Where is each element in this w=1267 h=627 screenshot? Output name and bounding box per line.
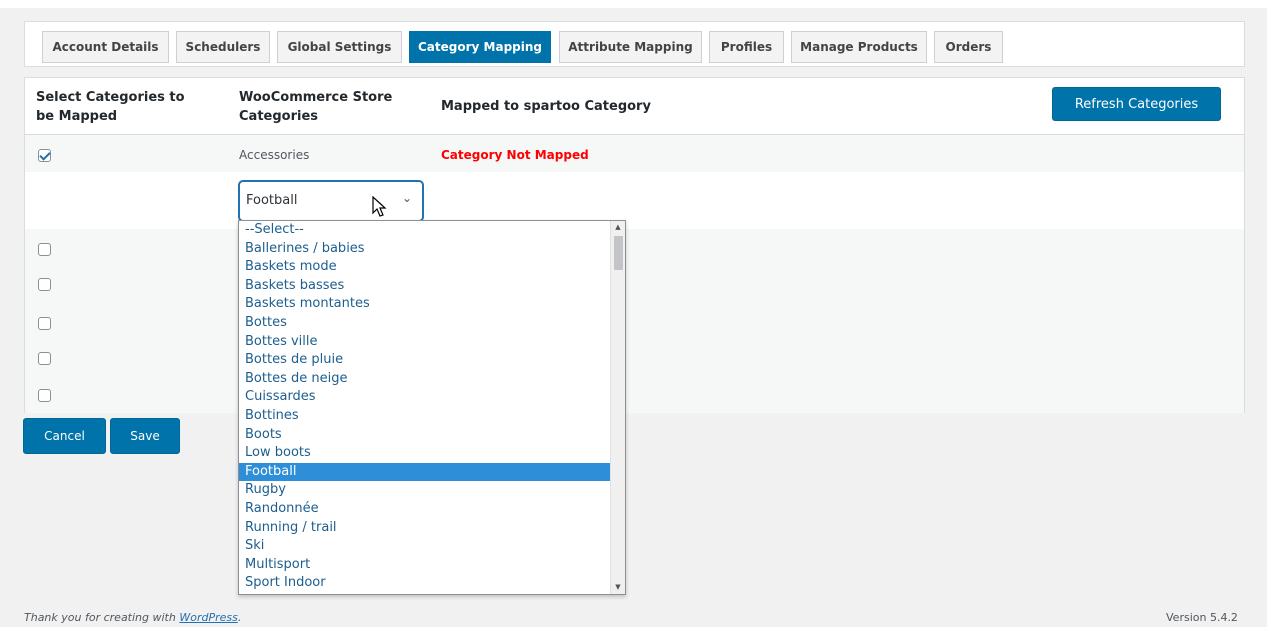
category-mapping-panel: Select Categories to be Mapped WooCommer… — [24, 77, 1245, 413]
header-select-categories: Select Categories to be Mapped — [36, 90, 185, 124]
dropdown-option[interactable]: Rugby — [239, 481, 610, 500]
dropdown-option[interactable]: Boots — [239, 426, 610, 445]
tab-manage-products[interactable]: Manage Products — [791, 31, 927, 63]
tab-bar: Account Details Schedulers Global Settin… — [24, 21, 1245, 67]
dropdown-scrollbar[interactable]: ▲ ▼ — [610, 221, 625, 594]
dropdown-option[interactable]: Ballerines / babies — [239, 240, 610, 259]
dropdown-option[interactable]: Ski — [239, 537, 610, 556]
chevron-down-icon: ⌄ — [402, 191, 413, 205]
mapping-status: Category Not Mapped — [441, 148, 589, 162]
checkbox-row[interactable] — [38, 243, 51, 256]
footer-version: Version 5.4.2 — [1166, 611, 1238, 624]
dropdown-option[interactable]: Running / trail — [239, 519, 610, 538]
scroll-up-icon[interactable]: ▲ — [611, 221, 625, 234]
checkbox-row[interactable] — [38, 352, 51, 365]
dropdown-option[interactable]: Randonnée — [239, 500, 610, 519]
footer-thanks-suffix: . — [237, 611, 242, 624]
dropdown-option[interactable]: Football — [239, 462, 610, 482]
select-value: Football — [246, 193, 298, 208]
dropdown-option[interactable]: Low boots — [239, 444, 610, 463]
header-mapped-category: Mapped to spartoo Category — [441, 99, 651, 114]
tab-global-settings[interactable]: Global Settings — [277, 31, 402, 63]
category-name: Accessories — [239, 148, 310, 162]
dropdown-option[interactable]: Baskets basses — [239, 277, 610, 296]
save-button[interactable]: Save — [110, 418, 180, 454]
category-dropdown-list[interactable]: --Select-- Ballerines / babies Baskets mod… — [238, 220, 626, 595]
checkbox-row[interactable] — [38, 278, 51, 291]
dropdown-option[interactable]: Bottes de pluie — [239, 351, 610, 370]
dropdown-option[interactable]: Sport Indoor — [239, 574, 610, 593]
scrollbar-thumb[interactable] — [614, 236, 623, 270]
wordpress-link[interactable]: WordPress — [179, 611, 238, 624]
tab-account-details[interactable]: Account Details — [42, 31, 169, 63]
dropdown-option[interactable]: Multisport — [239, 556, 610, 575]
dropdown-option[interactable]: Bottines — [239, 407, 610, 426]
dropdown-option[interactable]: Bottes — [239, 314, 610, 333]
tab-schedulers[interactable]: Schedulers — [176, 31, 270, 63]
footer-thanks: Thank you for creating with WordPress. — [24, 611, 241, 624]
cancel-button[interactable]: Cancel — [23, 418, 106, 454]
mouse-cursor-icon — [372, 196, 387, 217]
header-store-categories: WooCommerce Store Categories — [239, 90, 393, 124]
dropdown-option[interactable]: --Select-- — [239, 221, 610, 240]
footer-thanks-prefix: Thank you for creating with — [24, 611, 180, 624]
table-row — [25, 135, 1244, 172]
table-rows-remaining — [25, 229, 1244, 413]
checkbox-accessories[interactable] — [38, 149, 51, 162]
top-strip — [0, 0, 1267, 8]
tab-profiles[interactable]: Profiles — [709, 31, 784, 63]
dropdown-option[interactable]: Bottes ville — [239, 333, 610, 352]
refresh-categories-button[interactable]: Refresh Categories — [1052, 87, 1221, 121]
tab-orders[interactable]: Orders — [934, 31, 1003, 63]
dropdown-option[interactable]: Bottes de neige — [239, 370, 610, 389]
scroll-down-icon[interactable]: ▼ — [611, 581, 625, 594]
checkbox-row[interactable] — [38, 317, 51, 330]
dropdown-option[interactable]: Cuissardes — [239, 388, 610, 407]
dropdown-option[interactable]: Baskets mode — [239, 258, 610, 277]
table-row-select — [25, 172, 1244, 229]
tab-category-mapping[interactable]: Category Mapping — [409, 31, 551, 63]
tab-attribute-mapping[interactable]: Attribute Mapping — [559, 31, 702, 63]
checkbox-row[interactable] — [38, 389, 51, 402]
dropdown-option[interactable]: Baskets montantes — [239, 295, 610, 314]
spartoo-category-select[interactable]: Football ⌄ — [239, 181, 423, 221]
